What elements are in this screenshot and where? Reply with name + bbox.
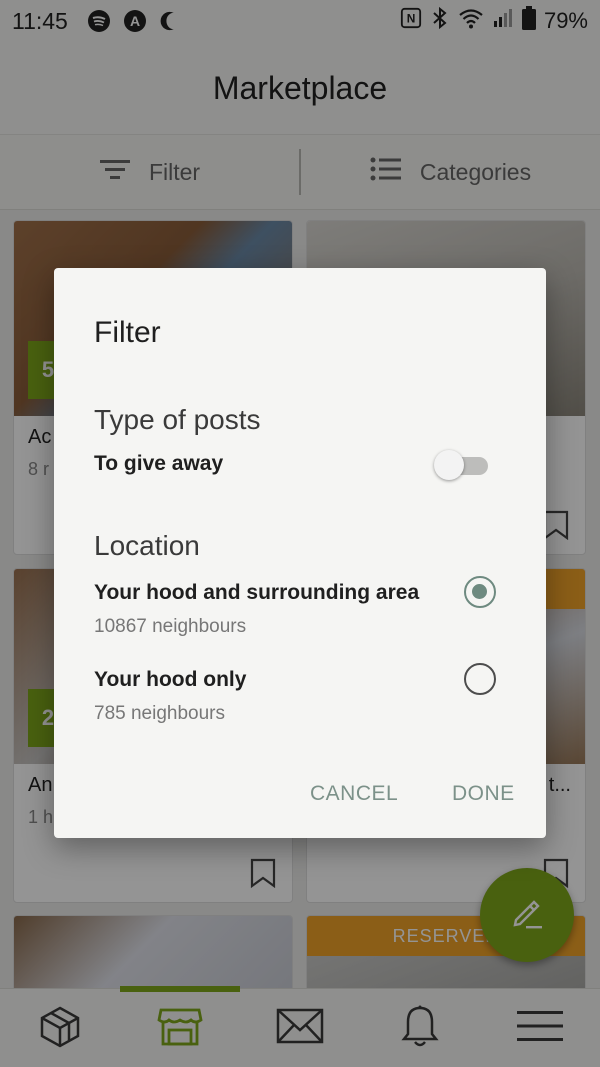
radio-hood-and-surrounding[interactable] bbox=[464, 576, 496, 608]
filter-dialog: Filter Type of posts To give away Locati… bbox=[54, 268, 546, 838]
option-hood-only-count: 785 neighbours bbox=[94, 703, 225, 724]
give-away-label: To give away bbox=[94, 452, 224, 475]
done-button[interactable]: DONE bbox=[452, 782, 515, 806]
option-hood-and-surrounding-label[interactable]: Your hood and surrounding area bbox=[94, 581, 419, 605]
toggle-thumb bbox=[434, 450, 464, 480]
option-hood-and-surrounding-count: 10867 neighbours bbox=[94, 616, 247, 637]
give-away-toggle[interactable] bbox=[434, 448, 490, 482]
location-heading: Location bbox=[94, 530, 200, 561]
type-of-posts-heading: Type of posts bbox=[94, 404, 261, 435]
radio-selected-dot bbox=[472, 584, 487, 599]
dialog-title: Filter bbox=[94, 316, 161, 349]
radio-hood-only[interactable] bbox=[464, 663, 496, 695]
cancel-button[interactable]: CANCEL bbox=[310, 782, 398, 806]
option-hood-only-label[interactable]: Your hood only bbox=[94, 668, 246, 692]
